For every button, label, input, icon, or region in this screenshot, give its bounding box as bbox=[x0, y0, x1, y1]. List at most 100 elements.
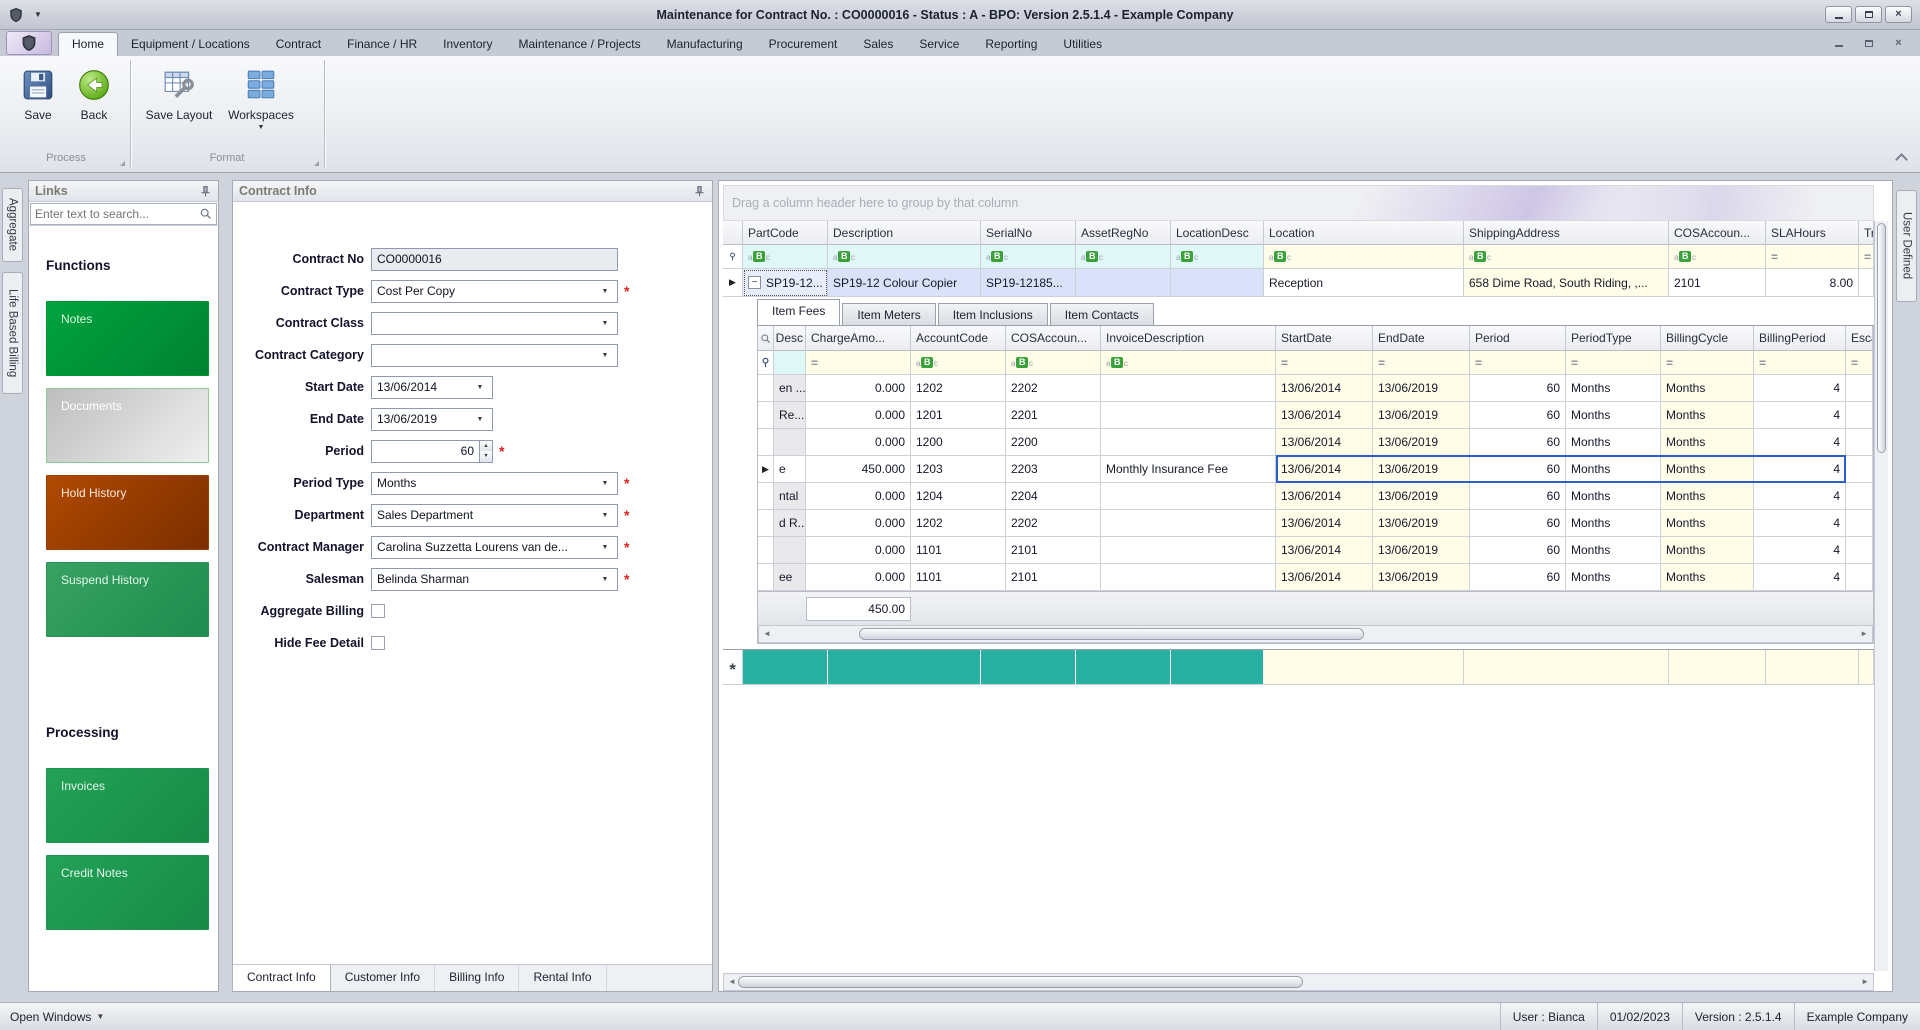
grid-filter-cell[interactable]: = bbox=[1766, 245, 1859, 269]
subgrid-cell[interactable]: Months bbox=[1661, 483, 1754, 510]
ribbon-tab-manufacturing[interactable]: Manufacturing bbox=[654, 33, 756, 56]
period-input[interactable]: 60 bbox=[371, 440, 480, 463]
grid-vertical-scrollbar[interactable] bbox=[1874, 221, 1888, 971]
subgrid-cell[interactable]: 4 bbox=[1754, 510, 1846, 537]
grid-header-serialno[interactable]: SerialNo bbox=[981, 221, 1076, 245]
subgrid-filter-cell[interactable]: = bbox=[1566, 351, 1661, 375]
ribbon-tab-contract[interactable]: Contract bbox=[263, 33, 334, 56]
subgrid-cell[interactable]: 60 bbox=[1470, 483, 1566, 510]
subgrid-cell[interactable]: Months bbox=[1566, 402, 1661, 429]
subgrid-header-escalatio[interactable]: Escalatio... bbox=[1846, 326, 1873, 351]
subgrid-cell[interactable]: 1202 bbox=[911, 375, 1006, 402]
subgrid-cell[interactable]: Months bbox=[1566, 537, 1661, 564]
subgrid-cell[interactable]: 2101 bbox=[1006, 564, 1101, 591]
subgrid-cell[interactable] bbox=[1846, 456, 1873, 483]
qat-dropdown-icon[interactable]: ▼ bbox=[34, 10, 42, 19]
grid-cell[interactable]: SP19-12 Colour Copier bbox=[828, 269, 981, 297]
function-button-documents[interactable]: Documents bbox=[46, 388, 209, 463]
subgrid-cell[interactable] bbox=[1846, 537, 1873, 564]
subgrid-cell[interactable]: Months bbox=[1661, 429, 1754, 456]
subgrid-cell[interactable]: 13/06/2019 bbox=[1373, 537, 1470, 564]
ribbon-collapse-icon[interactable] bbox=[1895, 153, 1908, 166]
ribbon-restore-button[interactable] bbox=[1855, 35, 1882, 52]
grid-filter-cell[interactable]: = bbox=[1859, 245, 1874, 269]
grid-cell[interactable] bbox=[1171, 269, 1264, 297]
subgrid-filter-cell[interactable]: = bbox=[1661, 351, 1754, 375]
grid-horizontal-scrollbar[interactable]: ◄ ► bbox=[723, 973, 1874, 991]
subgrid-header-desc[interactable]: Desc bbox=[774, 326, 806, 351]
collapse-detail-icon[interactable]: − bbox=[748, 276, 761, 289]
ribbon-tab-equipment-locations[interactable]: Equipment / Locations bbox=[118, 33, 263, 56]
save-layout-button[interactable]: Save Layout bbox=[140, 64, 218, 142]
append-row-cell[interactable] bbox=[1766, 650, 1859, 685]
subgrid-cell[interactable]: 4 bbox=[1754, 429, 1846, 456]
grid-header-cosaccoun[interactable]: COSAccoun... bbox=[1669, 221, 1766, 245]
subgrid-cell[interactable]: 4 bbox=[1754, 537, 1846, 564]
subgrid-cell[interactable]: 4 bbox=[1754, 402, 1846, 429]
contract-no-input[interactable]: CO0000016 bbox=[371, 248, 618, 271]
subgrid-cell[interactable] bbox=[1846, 483, 1873, 510]
subgrid-cell[interactable]: Months bbox=[1566, 483, 1661, 510]
subgrid-cell[interactable] bbox=[1846, 402, 1873, 429]
subgrid-cell[interactable]: Months bbox=[1661, 564, 1754, 591]
aggregate-billing-checkbox[interactable] bbox=[371, 604, 385, 618]
subgrid-cell[interactable]: 0.000 bbox=[806, 483, 911, 510]
subgrid-header-accountcode[interactable]: AccountCode bbox=[911, 326, 1006, 351]
period-spinner[interactable]: ▲▼ bbox=[480, 440, 493, 463]
subgrid-cell[interactable]: Months bbox=[1661, 402, 1754, 429]
subgrid-filter-cell[interactable]: = bbox=[806, 351, 911, 375]
grid-append-row[interactable]: * bbox=[723, 649, 1874, 685]
subgrid-header-cosaccoun[interactable]: COSAccoun... bbox=[1006, 326, 1101, 351]
subgrid-cell[interactable] bbox=[1846, 510, 1873, 537]
subgrid-cell[interactable]: 2200 bbox=[1006, 429, 1101, 456]
subgrid-cell[interactable]: 13/06/2019 bbox=[1373, 456, 1470, 483]
pin-icon[interactable] bbox=[199, 185, 212, 198]
contract-type-select[interactable]: Cost Per Copy▼ bbox=[371, 280, 618, 303]
grid-filter-cell[interactable]: aBc bbox=[743, 245, 828, 269]
grid-header-tra[interactable]: Tra... bbox=[1859, 221, 1874, 245]
format-dialog-launcher-icon[interactable] bbox=[314, 161, 319, 166]
grid-cell[interactable]: 8.00 bbox=[1766, 269, 1859, 297]
append-row-cell[interactable] bbox=[981, 650, 1076, 685]
subgrid-filter-cell[interactable]: = bbox=[1754, 351, 1846, 375]
subgrid-cell[interactable]: Months bbox=[1566, 510, 1661, 537]
subgrid-cell[interactable]: e bbox=[774, 456, 806, 483]
subgrid-cell[interactable] bbox=[1101, 537, 1276, 564]
append-row-cell[interactable] bbox=[743, 650, 828, 685]
subgrid-cell[interactable]: 2202 bbox=[1006, 510, 1101, 537]
subgrid-cell[interactable] bbox=[1101, 510, 1276, 537]
ribbon-close-button[interactable]: × bbox=[1885, 35, 1912, 52]
grid-header-locationdesc[interactable]: LocationDesc bbox=[1171, 221, 1264, 245]
function-button-suspend-history[interactable]: Suspend History bbox=[46, 562, 209, 637]
subgrid-cell[interactable]: Months bbox=[1661, 456, 1754, 483]
append-row-cell[interactable] bbox=[1076, 650, 1171, 685]
close-button[interactable]: × bbox=[1885, 6, 1912, 23]
ribbon-minimize-button[interactable] bbox=[1825, 35, 1852, 52]
subgrid-cell[interactable]: 13/06/2019 bbox=[1373, 402, 1470, 429]
grid-filter-cell[interactable]: aBc bbox=[981, 245, 1076, 269]
grid-cell[interactable]: 658 Dime Road, South Riding, ,... bbox=[1464, 269, 1669, 297]
scroll-right-icon[interactable]: ► bbox=[1860, 629, 1868, 638]
function-button-credit-notes[interactable]: Credit Notes bbox=[46, 855, 209, 930]
detail-tab-item-inclusions[interactable]: Item Inclusions bbox=[938, 303, 1048, 325]
subgrid-header-enddate[interactable]: EndDate bbox=[1373, 326, 1470, 351]
grid-filter-cell[interactable]: aBc bbox=[1464, 245, 1669, 269]
subgrid-header-billingcycle[interactable]: BillingCycle bbox=[1661, 326, 1754, 351]
detail-tab-item-fees[interactable]: Item Fees bbox=[757, 299, 840, 325]
grid-cell[interactable] bbox=[1859, 269, 1874, 297]
grid-filter-cell[interactable]: aBc bbox=[828, 245, 981, 269]
ribbon-tab-finance-hr[interactable]: Finance / HR bbox=[334, 33, 430, 56]
tab-billing-info[interactable]: Billing Info bbox=[435, 965, 519, 991]
application-menu-button[interactable] bbox=[6, 31, 52, 55]
append-row-cell[interactable] bbox=[1859, 650, 1874, 685]
subgrid-cell[interactable] bbox=[1101, 429, 1276, 456]
subgrid-header-invoicedescription[interactable]: InvoiceDescription bbox=[1101, 326, 1276, 351]
subgrid-cell[interactable]: Months bbox=[1661, 537, 1754, 564]
subgrid-cell[interactable]: 13/06/2019 bbox=[1373, 564, 1470, 591]
subgrid-cell[interactable] bbox=[1101, 402, 1276, 429]
side-tab-aggregate[interactable]: Aggregate bbox=[2, 188, 23, 262]
subgrid-cell[interactable]: 13/06/2014 bbox=[1276, 375, 1373, 402]
subgrid-cell[interactable]: 0.000 bbox=[806, 510, 911, 537]
subgrid-cell[interactable]: 13/06/2014 bbox=[1276, 456, 1373, 483]
subgrid-filter-cell[interactable]: = bbox=[1846, 351, 1873, 375]
